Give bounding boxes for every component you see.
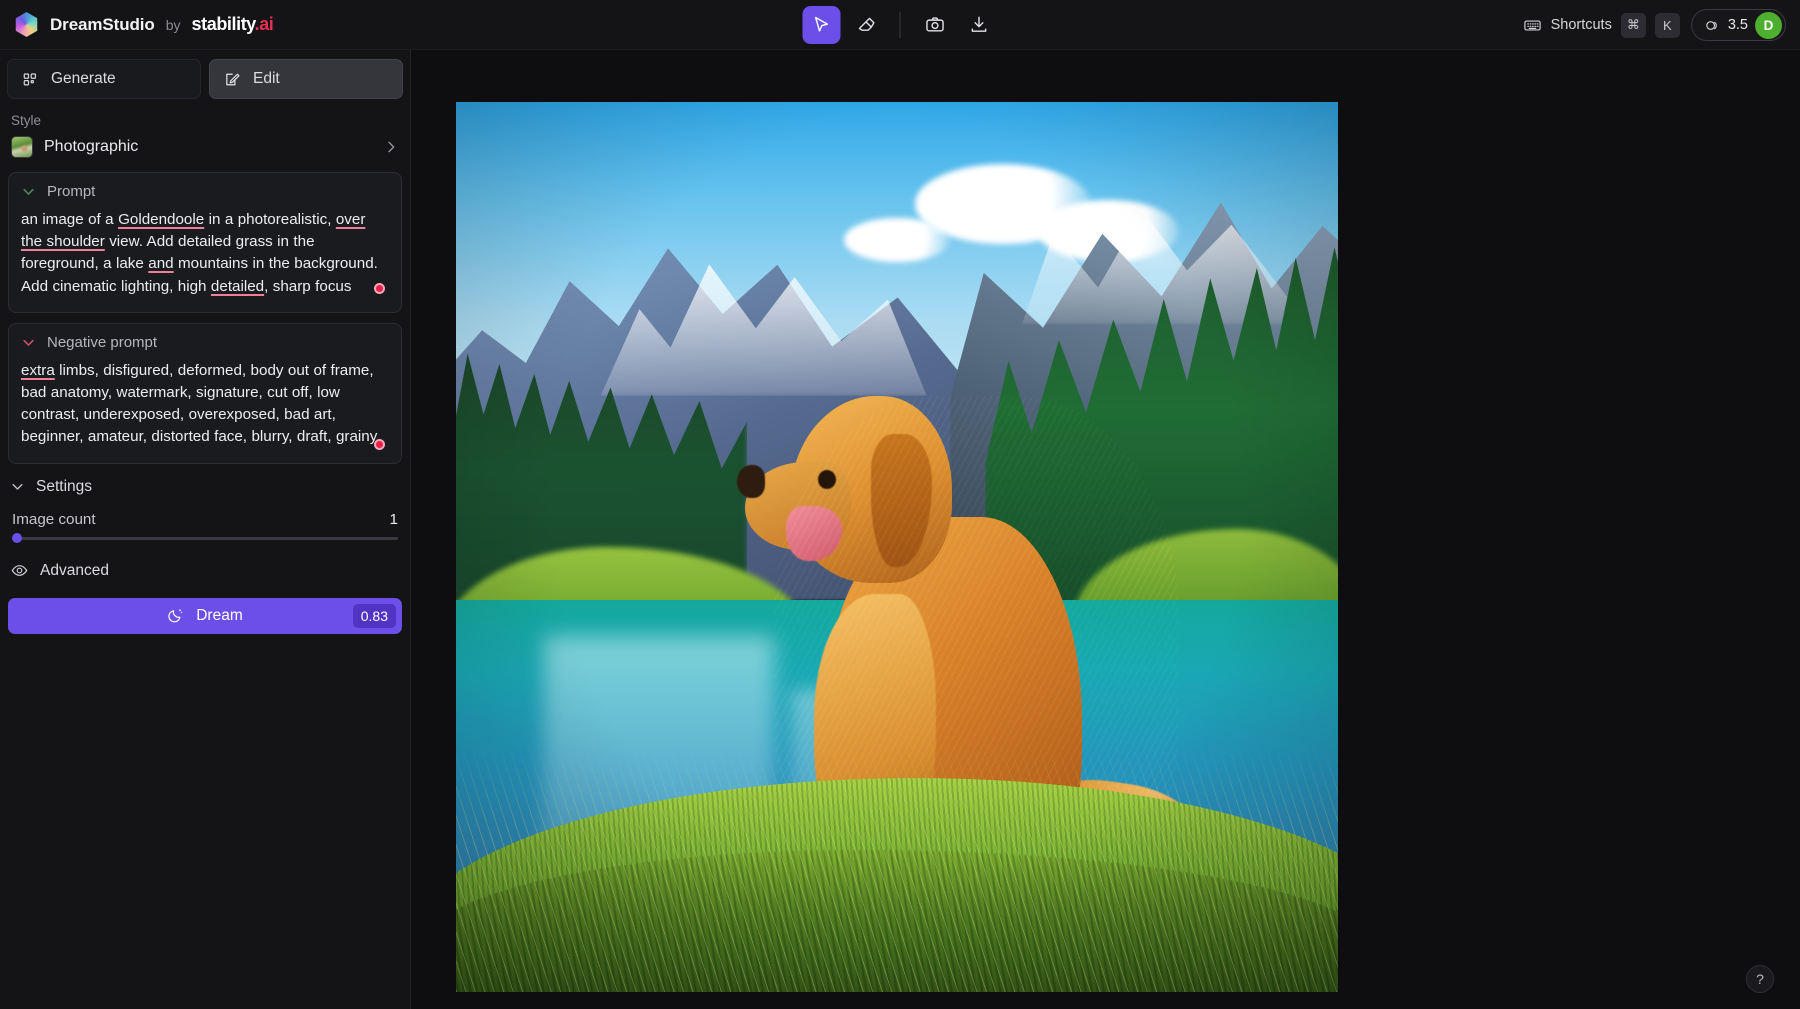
generated-image-render — [456, 102, 1338, 992]
dream-button[interactable]: Dream 0.83 — [8, 597, 402, 634]
chevron-down-icon — [23, 188, 34, 195]
negative-prompt-header[interactable]: Negative prompt — [21, 334, 389, 351]
key-k[interactable]: K — [1654, 12, 1680, 38]
negative-prompt-panel[interactable]: Negative prompt extra limbs, disfigured,… — [8, 322, 402, 464]
image-count-label: Image count — [12, 510, 96, 528]
select-tool-button[interactable] — [802, 5, 841, 44]
settings-section: Settings Image count 1 Advanced — [0, 464, 410, 598]
user-avatar[interactable]: D — [1755, 11, 1782, 39]
tab-edit-label: Edit — [253, 70, 280, 87]
image-grass-blades — [456, 742, 1338, 992]
cursor-icon — [814, 16, 829, 32]
credits-pill[interactable]: 3.5 D — [1690, 9, 1786, 41]
moon-icon — [168, 609, 183, 623]
key-cmd[interactable]: ⌘ — [1620, 12, 1646, 38]
negative-prompt-text[interactable]: extra limbs, disfigured, deformed, body … — [21, 360, 389, 449]
prompt-panel[interactable]: Prompt an image of a Goldendoole in a ph… — [8, 172, 402, 313]
brand[interactable]: DreamStudio by stability.ai — [0, 12, 274, 37]
image-count-slider[interactable] — [12, 533, 398, 544]
dream-cost-badge: 0.83 — [352, 603, 396, 628]
brand-company: stability.ai — [191, 14, 274, 34]
top-bar: DreamStudio by stability.ai Shortcuts ⌘ … — [0, 0, 1800, 50]
chevron-down-icon — [12, 484, 23, 490]
settings-header[interactable]: Settings — [0, 464, 410, 502]
camera-tool-button[interactable] — [916, 6, 954, 44]
tab-generate-label: Generate — [51, 70, 116, 87]
prompt-header[interactable]: Prompt — [21, 183, 389, 200]
image-cloud — [844, 217, 950, 263]
toolbar-divider — [899, 11, 901, 38]
credits-icon — [1706, 20, 1717, 30]
chevron-down-icon — [23, 339, 34, 346]
mode-tabs: Generate Edit — [0, 50, 410, 108]
pencil-square-icon — [226, 73, 240, 85]
prompt-text[interactable]: an image of a Goldendoole in a photoreal… — [21, 209, 389, 298]
grid-icon — [23, 72, 37, 85]
download-icon — [971, 16, 986, 32]
image-dog-nose — [737, 464, 766, 498]
left-sidebar: Generate Edit Style Photographic Prompt … — [0, 50, 411, 1009]
style-thumbnail-icon — [11, 136, 33, 158]
style-selector[interactable]: Photographic — [11, 136, 399, 158]
style-label: Style — [11, 113, 42, 128]
negative-prompt-status-dot — [374, 438, 385, 450]
dream-button-wrap: Dream 0.83 — [0, 597, 410, 634]
advanced-label: Advanced — [40, 561, 109, 579]
help-button[interactable]: ? — [1746, 965, 1774, 993]
dream-label: Dream — [196, 606, 243, 624]
image-count-value: 1 — [389, 510, 398, 528]
dream-button-content: Dream — [167, 607, 243, 625]
advanced-toggle[interactable]: Advanced — [0, 540, 410, 598]
generated-image[interactable] — [456, 102, 1338, 992]
dreamstudio-app: DreamStudio by stability.ai Shortcuts ⌘ … — [0, 0, 1800, 1009]
tab-edit[interactable]: Edit — [209, 59, 403, 99]
shortcuts-button[interactable]: Shortcuts ⌘ K — [1523, 12, 1680, 38]
download-tool-button[interactable] — [960, 6, 998, 44]
prompt-status-dot — [374, 282, 385, 294]
dreamstudio-logo-icon — [15, 12, 38, 37]
prompt-title: Prompt — [47, 183, 96, 200]
credits-value: 3.5 — [1727, 17, 1748, 33]
chevron-right-icon — [388, 141, 395, 153]
canvas-toolbar — [802, 5, 998, 44]
brand-name: DreamStudio — [50, 14, 155, 34]
eraser-tool-button[interactable] — [847, 6, 885, 44]
settings-title: Settings — [36, 477, 93, 495]
image-count-row: Image count 1 — [0, 502, 410, 528]
tab-generate[interactable]: Generate — [7, 59, 201, 99]
canvas-area[interactable]: ? — [411, 50, 1800, 1009]
eye-icon — [11, 565, 28, 577]
brand-by-label: by — [165, 16, 181, 33]
style-section: Style Photographic — [0, 108, 410, 168]
eraser-icon — [858, 17, 875, 31]
top-right-controls: Shortcuts ⌘ K 3.5 D — [1523, 0, 1786, 50]
keyboard-icon — [1523, 19, 1541, 31]
shortcuts-label: Shortcuts — [1550, 17, 1612, 33]
camera-icon — [925, 17, 944, 32]
negative-prompt-title: Negative prompt — [47, 333, 158, 351]
style-value: Photographic — [44, 138, 139, 155]
